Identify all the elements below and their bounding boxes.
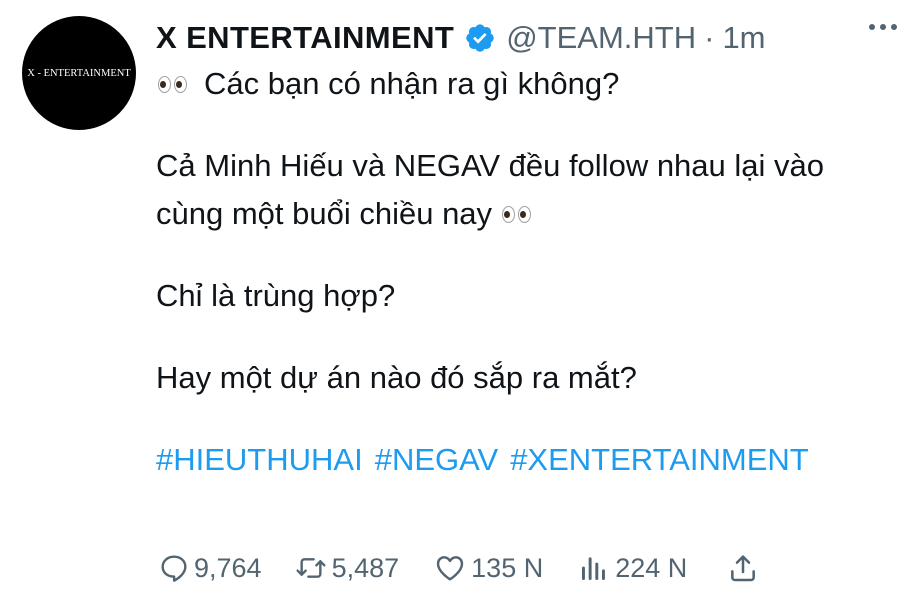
avatar-logo-text: X - ENTERTAINMENT (27, 67, 131, 79)
avatar[interactable]: X - ENTERTAINMENT (22, 16, 136, 130)
share-button[interactable] (727, 552, 759, 584)
like-count: 135 N (471, 552, 544, 583)
views-icon (577, 552, 611, 584)
eyes-emoji-icon (502, 205, 532, 223)
hashtag-list: #HIEUTHUHAI #NEGAV #XENTERTAINMENT (156, 436, 899, 484)
tweet-header: X ENTERTAINMENT @TEAM.HTH · 1m (156, 14, 901, 62)
action-bar: 9,764 5,487 135 N 224 N (158, 548, 759, 588)
views-count: 224 N (615, 552, 688, 583)
tweet-line: Cả Minh Hiếu và NEGAV đều follow nhau lạ… (156, 142, 899, 190)
hashtag-link[interactable]: #NEGAV (375, 436, 498, 484)
share-icon (727, 552, 759, 584)
tweet-line-5: Hay một dự án nào đó sắp ra mắt? (156, 360, 637, 395)
tweet-line: Chỉ là trùng hợp? (156, 272, 899, 320)
eyes-emoji-icon (158, 75, 187, 93)
tweet-line: Các bạn có nhận ra gì không? (156, 60, 899, 108)
separator-dot: · (704, 20, 715, 55)
like-button[interactable]: 135 N (433, 552, 543, 584)
verified-badge-icon (464, 22, 496, 54)
more-dots-icon[interactable] (869, 24, 897, 30)
tweet-line-2: Cả Minh Hiếu và NEGAV đều follow nhau lạ… (156, 148, 824, 183)
retweet-count: 5,487 (331, 552, 400, 583)
tweet-line: cùng một buổi chiều nay (156, 190, 899, 238)
retweet-icon (294, 552, 328, 584)
tweet-line-1: Các bạn có nhận ra gì không? (204, 66, 620, 101)
heart-icon (433, 552, 467, 584)
tweet-text: Các bạn có nhận ra gì không? Cả Minh Hiế… (156, 60, 899, 484)
tweet-line-4: Chỉ là trùng hợp? (156, 278, 396, 313)
hashtag-link[interactable]: #HIEUTHUHAI (156, 436, 363, 484)
tweet-line-3: cùng một buổi chiều nay (156, 196, 493, 231)
reply-button[interactable]: 9,764 (158, 552, 262, 584)
handle[interactable]: @TEAM.HTH (506, 20, 696, 56)
reply-count: 9,764 (194, 552, 262, 583)
timestamp[interactable]: 1m (722, 20, 765, 56)
hashtag-link[interactable]: #XENTERTAINMENT (510, 436, 809, 484)
display-name[interactable]: X ENTERTAINMENT (156, 20, 454, 56)
tweet-line: Hay một dự án nào đó sắp ra mắt? (156, 354, 899, 402)
reply-icon (158, 552, 190, 584)
retweet-button[interactable]: 5,487 (294, 552, 400, 584)
views-button[interactable]: 224 N (577, 552, 687, 584)
